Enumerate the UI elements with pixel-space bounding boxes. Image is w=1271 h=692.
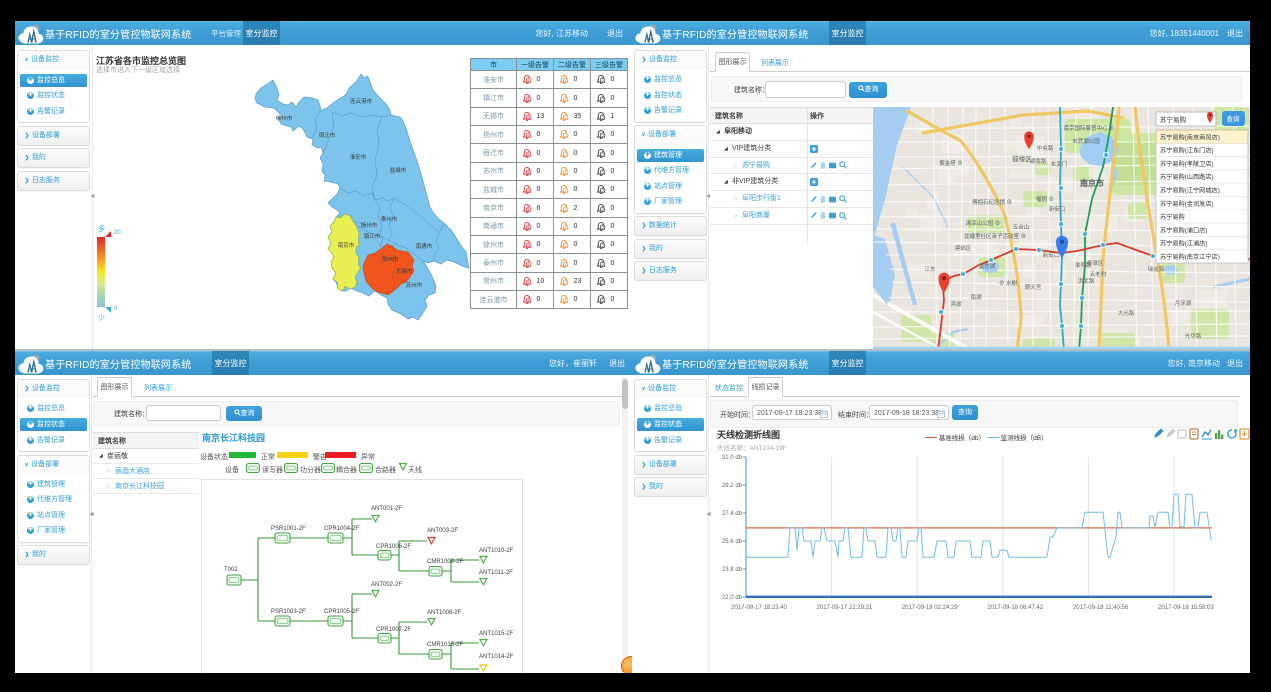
svg-text:ANT002-2F: ANT002-2F [371,582,402,588]
svg-text:22.0 db: 22.0 db [722,595,743,601]
svg-text:徐州市: 徐州市 [276,114,293,122]
svg-text:PSR1001-2F: PSR1001-2F [271,526,306,532]
svg-text:苏宁易购(浦口店): 苏宁易购(浦口店) [1160,226,1207,234]
svg-text:苏宁易购: 苏宁易购 [1160,213,1185,221]
svg-text:31.0 db: 31.0 db [722,455,743,461]
svg-text:ANT001-2F: ANT001-2F [371,506,402,512]
svg-text:苏宁易购(金润发店): 苏宁易购(金润发店) [1160,200,1214,208]
svg-text:中央路: 中央路 [1037,144,1054,152]
svg-text:新街口: 新街口 [1043,251,1060,259]
svg-text:滨湖: 滨湖 [950,300,962,308]
svg-text:25.6 db: 25.6 db [722,539,743,545]
svg-text:扬州市: 扬州市 [361,221,378,229]
svg-text:苏宁易购(江浦店): 苏宁易购(江浦店) [1160,240,1207,248]
svg-text:淮安市: 淮安市 [350,153,367,161]
svg-text:盐城市: 盐城市 [390,166,407,174]
svg-text:紫金塔 ⊕: 紫金塔 ⊕ [939,159,963,167]
svg-text:T002: T002 [224,567,238,573]
svg-text:南湖: 南湖 [970,293,982,301]
svg-text:CPR1005-2F: CPR1005-2F [324,609,359,615]
svg-text:2017-09-18 06:47:42: 2017-09-18 06:47:42 [987,605,1043,611]
svg-text:新街口: 新街口 [1049,205,1066,213]
svg-text:光华路: 光华路 [1185,332,1202,340]
svg-text:ANT003-2F: ANT003-2F [427,528,458,534]
svg-text:淮海路: 淮海路 [1075,261,1092,269]
svg-text:常州市: 常州市 [382,255,399,263]
svg-text:南京市: 南京市 [338,241,355,249]
svg-text:2017-09-18 11:40:56: 2017-09-18 11:40:56 [1073,605,1129,611]
svg-text:傅抱石纪念馆 ⊕: 傅抱石纪念馆 ⊕ [972,198,1012,206]
svg-text:朝天宫: 朝天宫 [1025,283,1042,291]
svg-text:大光路: 大光路 [1118,309,1135,317]
svg-text:湖南路: 湖南路 [1030,157,1047,165]
svg-text:苏宁易购(山西路店): 苏宁易购(山西路店) [1160,173,1214,181]
svg-text:镇江市: 镇江市 [364,232,381,240]
svg-text:CPR1007-2F: CPR1007-2F [376,627,411,633]
svg-text:CMR1009-2F: CMR1009-2F [427,559,463,565]
svg-text:苏宁易购(南京商贸店): 苏宁易购(南京商贸店) [1160,133,1220,141]
svg-text:查询: 查询 [1227,114,1241,123]
svg-text:ANT1015-2F: ANT1015-2F [479,631,514,637]
svg-text:莫愁湖: 莫愁湖 [979,262,996,270]
svg-text:连云港市: 连云港市 [350,97,373,105]
svg-text:CPR1004-2F: CPR1004-2F [324,526,359,532]
svg-text:CMR1013-2F: CMR1013-2F [427,642,463,648]
svg-text:月牙湖: 月牙湖 [1175,299,1192,307]
svg-text:ANT1008-2F: ANT1008-2F [427,610,462,616]
svg-text:苏宁易购(江宁网城店): 苏宁易购(江宁网城店) [1160,187,1220,195]
svg-text:PSR1003-2F: PSR1003-2F [271,609,306,615]
svg-text:ANT1011-2F: ANT1011-2F [479,570,513,576]
svg-text:榴园 ⊕: 榴园 ⊕ [1036,195,1054,203]
svg-text:2017-09-17 22:29:21: 2017-09-17 22:29:21 [817,605,873,611]
svg-text:五老村: 五老村 [1090,270,1107,278]
svg-text:洪武路: 洪武路 [1078,277,1095,285]
svg-text:苏州市: 苏州市 [406,281,423,289]
svg-text:无锡市: 无锡市 [396,267,413,275]
svg-text:玄武湖公园: 玄武湖公园 [1072,137,1100,145]
svg-text:⊕ 水榭: ⊕ 水榭 [999,279,1018,287]
svg-text:2017-09-18 15:58:03: 2017-09-18 15:58:03 [1158,605,1214,611]
svg-text:ANT1014-2F: ANT1014-2F [479,654,514,660]
svg-text:CPR1006-2F: CPR1006-2F [376,544,411,550]
svg-text:南京国际展贸中心 ⊕: 南京国际展贸中心 ⊕ [1063,124,1114,132]
svg-text:苏宁易购(南京江宁店): 苏宁易购(南京江宁店) [1160,253,1220,261]
svg-text:27.4 db: 27.4 db [722,511,743,517]
svg-text:23.8 db: 23.8 db [722,567,743,573]
svg-text:清凉山公园 ⊕: 清凉山公园 ⊕ [966,219,1001,227]
svg-text:南通市: 南通市 [416,242,433,250]
svg-text:南京市: 南京市 [1080,178,1104,188]
svg-text:泰州市: 泰州市 [381,215,398,223]
svg-text:2017-09-17 18:23:40: 2017-09-17 18:23:40 [731,605,787,611]
svg-text:苏宁易购: 苏宁易购 [1160,115,1187,124]
svg-text:宿迁市: 宿迁市 [319,131,336,139]
svg-text:ANT1010-2F: ANT1010-2F [479,548,514,554]
svg-text:江东: 江东 [924,265,936,273]
svg-text:玄武门: 玄武门 [1051,160,1068,168]
svg-text:建邺区: 建邺区 [955,244,972,252]
svg-text:龙蟠里社区亲子活动室 ⊕: 龙蟠里社区亲子活动室 ⊕ [964,232,1026,240]
svg-text:29.2 db: 29.2 db [722,483,743,489]
svg-text:五台山: 五台山 [1013,223,1030,231]
svg-text:2017-09-18 02:24:29: 2017-09-18 02:24:29 [902,605,958,611]
svg-text:苏宁易购(孝陵卫店): 苏宁易购(孝陵卫店) [1160,160,1214,168]
svg-text:瑞金路: 瑞金路 [1148,265,1165,273]
svg-text:苏宁易购(江东门店): 苏宁易购(江东门店) [1160,147,1214,155]
